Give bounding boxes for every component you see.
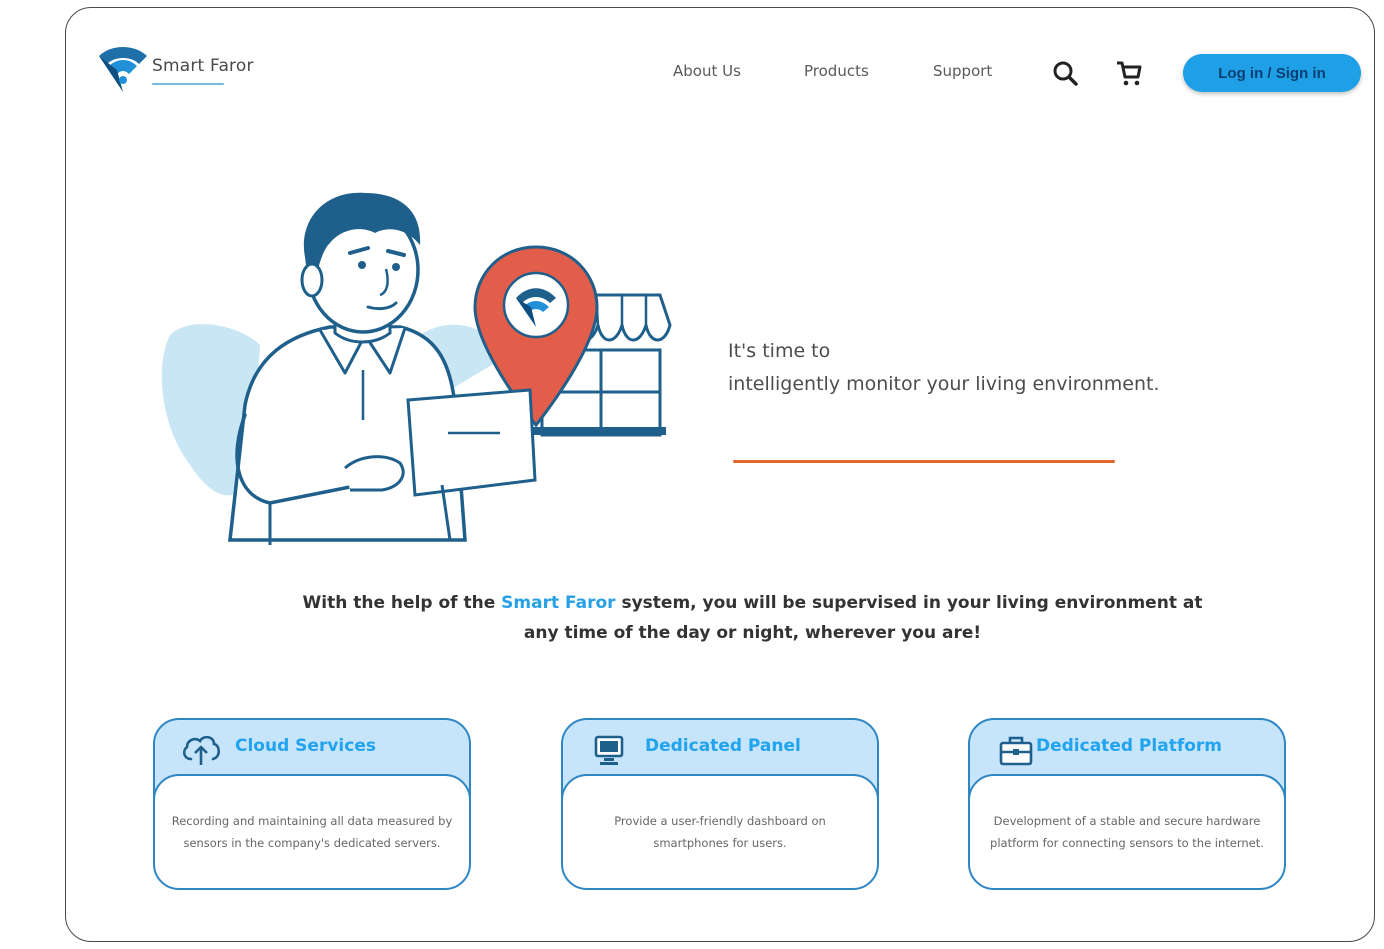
description-after: system, you will be supervised in your l…	[523, 593, 1203, 643]
card-cloud-services[interactable]: Cloud Services Recording and maintaining…	[153, 718, 471, 890]
card-title: Cloud Services	[235, 736, 376, 756]
card-title: Dedicated Platform	[1036, 736, 1222, 756]
description-brand-name: Smart Faror	[501, 593, 616, 613]
brand-underline	[152, 83, 224, 85]
nav-about-us[interactable]: About Us	[673, 62, 741, 80]
laptop	[406, 388, 537, 497]
nav-products[interactable]: Products	[804, 62, 869, 80]
intro-description: With the help of the Smart Faror system,…	[300, 588, 1205, 648]
description-before: With the help of the	[302, 593, 502, 613]
cloud-upload-icon	[182, 735, 221, 765]
cart-icon	[1117, 61, 1142, 86]
card-description: Provide a user-friendly dashboard on sma…	[561, 774, 879, 890]
nav-support[interactable]: Support	[933, 62, 992, 80]
hero-tagline-line1: It's time to	[728, 340, 831, 362]
brand-logo[interactable]: Smart Faror	[95, 42, 285, 94]
search-icon	[1053, 61, 1078, 86]
card-dedicated-panel[interactable]: Dedicated Panel Provide a user-friendly …	[561, 718, 879, 890]
card-title: Dedicated Panel	[645, 736, 801, 756]
search-button[interactable]	[1050, 58, 1080, 88]
hero-tagline-line2: intelligently monitor your living enviro…	[728, 373, 1160, 395]
hero-illustration	[161, 192, 672, 545]
card-dedicated-platform[interactable]: Dedicated Platform Development of a stab…	[968, 718, 1286, 890]
briefcase-icon	[999, 736, 1033, 766]
monitor-icon	[594, 735, 624, 765]
wifi-shield-logo-icon	[99, 47, 147, 92]
login-signin-button[interactable]: Log in / Sign in	[1183, 54, 1361, 92]
card-description: Recording and maintaining all data measu…	[153, 774, 471, 890]
hero-divider	[733, 460, 1115, 463]
cart-button[interactable]	[1114, 58, 1144, 88]
card-description: Development of a stable and secure hardw…	[968, 774, 1286, 890]
brand-name: Smart Faror	[152, 56, 254, 76]
